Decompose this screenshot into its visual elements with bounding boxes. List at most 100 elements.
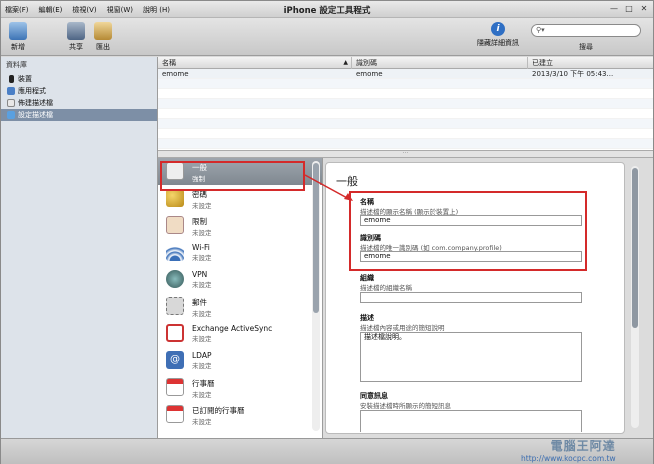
empty-row	[158, 99, 653, 109]
column-label: 名稱	[162, 59, 176, 67]
payload-title: 行事曆	[192, 379, 215, 388]
cell-identifier: emome	[356, 70, 383, 78]
sidebar-item-label: 設定描述檔	[18, 111, 53, 119]
empty-row	[158, 129, 653, 139]
column-label: 已建立	[532, 59, 553, 67]
close-icon[interactable]: ✕	[639, 4, 649, 14]
export-label: 匯出	[96, 43, 110, 51]
profile-gear-icon	[7, 111, 15, 119]
share-button[interactable]: 共享	[67, 22, 85, 52]
export-button[interactable]: 匯出	[94, 22, 112, 52]
new-label: 新增	[11, 43, 25, 51]
table-body: emome emome 2013/3/10 下午 05:43...	[158, 69, 653, 149]
mail-stamp-icon	[166, 297, 184, 315]
payload-restrictions[interactable]: 限制 未設定	[158, 212, 322, 239]
certificate-icon	[7, 99, 15, 107]
pane-splitter[interactable]: ···	[158, 150, 653, 158]
highlight-box-name-identifier	[349, 191, 587, 271]
payload-title: VPN	[192, 270, 208, 279]
column-label: 識別碼	[356, 59, 377, 67]
scrollbar-thumb[interactable]	[632, 168, 638, 328]
vpn-globe-icon	[166, 270, 184, 288]
new-profile-icon	[9, 22, 27, 40]
empty-row	[158, 79, 653, 89]
payload-status: 未設定	[192, 281, 212, 289]
payload-title: 已訂閱的行事曆	[192, 406, 245, 415]
sidebar-item-label: 裝置	[18, 75, 32, 83]
exchange-icon	[166, 324, 184, 342]
sidebar-item-apps[interactable]: 應用程式	[1, 85, 157, 97]
app-window: 檔案(F) 編輯(E) 檢視(V) 視窗(W) 說明 (H) iPhone 設定…	[0, 0, 654, 464]
calendar-icon	[166, 378, 184, 396]
title-bar: 檔案(F) 編輯(E) 檢視(V) 視窗(W) 說明 (H) iPhone 設定…	[1, 1, 653, 18]
cell-name: emome	[162, 70, 189, 78]
description-description: 描述檔內容或用途的簡短說明	[360, 324, 445, 332]
search-icon: ⚲▾	[536, 26, 545, 34]
hide-details-button[interactable]: i 隱藏詳細資訊	[477, 22, 519, 48]
column-identifier[interactable]: 識別碼	[352, 57, 528, 69]
restrictions-hand-icon	[166, 216, 184, 234]
subscribed-calendar-icon	[166, 405, 184, 423]
sidebar-item-devices[interactable]: 裝置	[1, 73, 157, 85]
payload-title: 郵件	[192, 298, 207, 307]
consent-description: 安裝描述檔時所顯示的簡短訊息	[360, 402, 451, 410]
table-header: 名稱 ▲ 識別碼 已建立	[158, 57, 653, 69]
info-icon: i	[491, 22, 505, 36]
highlight-arrow	[304, 174, 353, 201]
export-box-icon	[94, 22, 112, 40]
payload-mail[interactable]: 郵件 未設定	[158, 293, 322, 320]
payload-status: 未設定	[192, 335, 212, 343]
payload-list: 一般 強制 密碼 未設定 限制 未設定 Wi-Fi 未設定 VPN 未設定 郵件 未設定 E…	[158, 158, 323, 438]
highlight-box-general	[160, 161, 305, 191]
iphone-icon	[9, 75, 14, 83]
empty-row	[158, 109, 653, 119]
empty-row	[158, 89, 653, 99]
hide-details-label: 隱藏詳細資訊	[477, 39, 519, 47]
maximize-icon[interactable]: □	[624, 4, 634, 14]
payload-wifi[interactable]: Wi-Fi 未設定	[158, 239, 322, 266]
sidebar-header: 資料庫	[6, 61, 27, 69]
empty-row	[158, 119, 653, 129]
payload-vpn[interactable]: VPN 未設定	[158, 266, 322, 293]
app-icon	[7, 87, 15, 95]
table-row[interactable]: emome emome 2013/3/10 下午 05:43...	[158, 69, 653, 79]
payload-ldap[interactable]: @ LDAP 未設定	[158, 347, 322, 374]
payload-exchange[interactable]: Exchange ActiveSync 未設定	[158, 320, 322, 347]
ldap-icon: @	[166, 351, 184, 369]
wifi-icon	[166, 243, 184, 261]
consent-textarea[interactable]	[360, 410, 582, 432]
payload-subscribed-calendar[interactable]: 已訂閱的行事曆 未設定	[158, 401, 322, 428]
detail-scrollbar[interactable]	[631, 166, 639, 428]
payload-status: 未設定	[192, 229, 212, 237]
sidebar-item-config-profiles[interactable]: 設定描述檔	[1, 109, 157, 121]
sidebar-item-label: 應用程式	[18, 87, 46, 95]
payload-status: 未設定	[192, 310, 212, 318]
key-icon	[166, 189, 184, 207]
new-button[interactable]: 新增	[9, 22, 27, 52]
organization-field[interactable]	[360, 292, 582, 303]
toolbar: 新增 共享 匯出 i 隱藏詳細資訊 ⚲▾ 搜尋	[1, 18, 653, 56]
watermark: 電腦王阿達 http://www.kocpc.com.tw	[521, 437, 616, 463]
column-name[interactable]: 名稱 ▲	[158, 57, 352, 69]
search-label: 搜尋	[579, 43, 593, 51]
cell-created: 2013/3/10 下午 05:43...	[532, 70, 614, 78]
empty-row	[158, 139, 653, 149]
payload-title: LDAP	[192, 351, 212, 360]
library-sidebar: 資料庫 裝置 應用程式 佈建描述檔 設定描述檔	[1, 57, 158, 438]
column-created[interactable]: 已建立	[528, 57, 653, 69]
search-input[interactable]: ⚲▾	[531, 24, 641, 37]
minimize-icon[interactable]: —	[609, 4, 619, 14]
payload-calendar[interactable]: 行事曆 未設定	[158, 374, 322, 401]
payload-title: Wi-Fi	[192, 243, 210, 252]
payload-status: 未設定	[192, 362, 212, 370]
payload-status: 未設定	[192, 254, 212, 262]
share-icon	[67, 22, 85, 40]
watermark-title: 電腦王阿達	[550, 439, 616, 453]
payload-title: Exchange ActiveSync	[192, 324, 273, 333]
description-textarea[interactable]: 描述檔說明。	[360, 332, 582, 382]
sidebar-item-provisioning[interactable]: 佈建描述檔	[1, 97, 157, 109]
window-title: iPhone 設定工具程式	[283, 6, 371, 16]
payload-status: 未設定	[192, 391, 212, 399]
share-label: 共享	[69, 43, 83, 51]
watermark-url: http://www.kocpc.com.tw	[521, 454, 616, 463]
